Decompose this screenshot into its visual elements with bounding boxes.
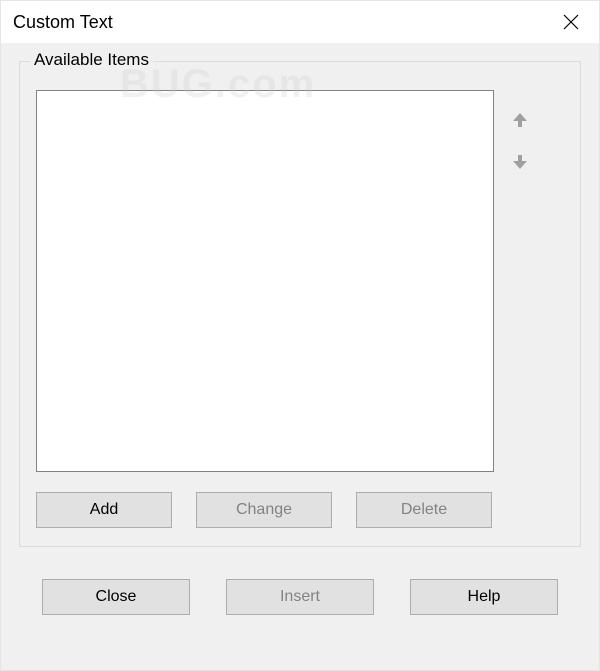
group-label: Available Items: [30, 50, 153, 70]
reorder-controls: [506, 90, 534, 176]
dialog-buttons-row: Close Insert Help: [19, 579, 581, 615]
dialog-window: Custom Text Available Items BUG.com: [0, 0, 600, 671]
arrow-down-icon: [510, 152, 530, 172]
add-button[interactable]: Add: [36, 492, 172, 528]
close-icon: [563, 14, 579, 30]
window-title: Custom Text: [13, 12, 113, 33]
move-down-button[interactable]: [506, 148, 534, 176]
arrow-up-icon: [510, 110, 530, 130]
close-button[interactable]: Close: [42, 579, 190, 615]
available-items-listbox[interactable]: [36, 90, 494, 472]
close-icon-button[interactable]: [549, 4, 593, 40]
item-buttons-row: Add Change Delete: [36, 492, 564, 528]
delete-button[interactable]: Delete: [356, 492, 492, 528]
available-items-group: Available Items BUG.com: [19, 61, 581, 547]
insert-button[interactable]: Insert: [226, 579, 374, 615]
move-up-button[interactable]: [506, 106, 534, 134]
titlebar: Custom Text: [1, 1, 599, 43]
dialog-body: Available Items BUG.com: [1, 43, 599, 670]
help-button[interactable]: Help: [410, 579, 558, 615]
list-row: [36, 90, 564, 472]
change-button[interactable]: Change: [196, 492, 332, 528]
